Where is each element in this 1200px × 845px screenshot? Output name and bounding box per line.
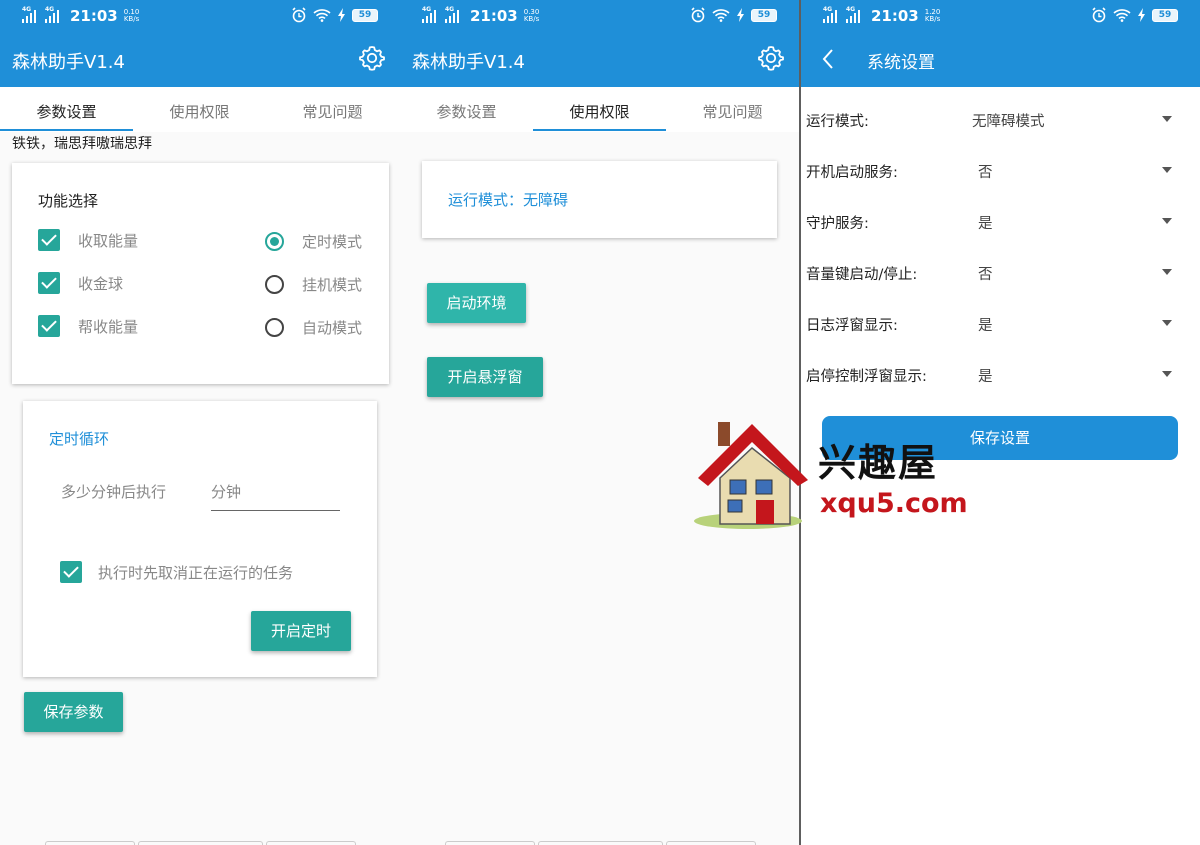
dropdown-arrow-icon: [1162, 320, 1172, 326]
setting-run-mode[interactable]: 运行模式: 无障碍模式: [806, 106, 1186, 136]
checkbox-cancel-running[interactable]: 执行时先取消正在运行的任务: [60, 561, 293, 583]
wifi-icon: [313, 9, 331, 22]
back-arrow-icon[interactable]: [821, 47, 835, 71]
tab-indicator: [533, 129, 666, 131]
tab-permissions[interactable]: 使用权限: [533, 101, 666, 122]
alarm-icon: [691, 7, 705, 23]
radio-auto-mode[interactable]: 自动模式: [265, 317, 362, 338]
tab-permissions[interactable]: 使用权限: [133, 101, 266, 122]
tab-faq[interactable]: 常见问题: [266, 101, 399, 122]
checkbox-collect-gold[interactable]: 收金球: [38, 272, 123, 294]
signal-icon: 4G: [45, 6, 62, 23]
radio-timer-mode[interactable]: 定时模式: [265, 231, 362, 252]
radio-idle-mode[interactable]: 挂机模式: [265, 274, 362, 295]
clock: 21:03: [70, 7, 118, 25]
setting-volume-key[interactable]: 音量键启动/停止: 否: [806, 259, 1186, 289]
radio-icon[interactable]: [265, 275, 284, 294]
tab-parameter-settings[interactable]: 参数设置: [0, 101, 133, 122]
open-float-button[interactable]: 开启悬浮窗: [427, 357, 543, 397]
radio-icon[interactable]: [265, 318, 284, 337]
screen-parameter-settings: 4G 4G 21:03 0.10 KB/s 59 森林助手V1.4 参数设置 使用…: [0, 0, 400, 845]
signal-icon: 4G: [445, 6, 462, 23]
bottom-edge: [400, 841, 799, 845]
function-select-card: 功能选择 收取能量 收金球 帮收能量 定时模式 挂机模式 自动模式: [12, 163, 389, 384]
clock: 21:03: [871, 7, 919, 25]
house-logo-icon: [694, 422, 808, 529]
charge-icon: [1138, 8, 1145, 22]
charge-icon: [338, 8, 345, 22]
checkbox-icon[interactable]: [38, 272, 60, 294]
bottom-edge: [0, 841, 400, 845]
network-speed: 0.10 KB/s: [123, 8, 140, 23]
battery-icon: 59: [1152, 8, 1178, 22]
gear-icon[interactable]: [757, 44, 785, 72]
network-speed: 1.20 KB/s: [924, 8, 941, 23]
signal-icon: 4G: [823, 6, 840, 23]
start-env-button[interactable]: 启动环境: [427, 283, 526, 323]
run-mode-text: 运行模式：无障碍: [448, 191, 569, 209]
card-title: 定时循环: [49, 430, 110, 448]
status-bar: 4G 4G 21:03 0.10 KB/s 59: [0, 0, 400, 32]
status-bar: 4G 4G 21:03 1.20 KB/s 59: [801, 0, 1200, 32]
watermark: 兴趣屋 xqu5.com: [690, 420, 970, 535]
app-title: 森林助手V1.4: [412, 52, 525, 73]
status-bar: 4G 4G 21:03 0.30 KB/s 59: [400, 0, 799, 32]
setting-control-float[interactable]: 启停控制浮窗显示: 是: [806, 361, 1186, 391]
run-mode-card: 运行模式：无障碍: [422, 161, 777, 238]
radio-icon[interactable]: [265, 232, 284, 251]
dropdown-arrow-icon: [1162, 371, 1172, 377]
alarm-icon: [292, 7, 306, 23]
battery-icon: 59: [352, 8, 378, 22]
signal-icon: 4G: [422, 6, 439, 23]
checkbox-icon[interactable]: [38, 229, 60, 251]
checkbox-icon[interactable]: [60, 561, 82, 583]
app-bar: 4G 4G 21:03 0.30 KB/s 59 森林助手V1.4: [400, 0, 799, 87]
app-title: 森林助手V1.4: [12, 52, 125, 73]
tab-faq[interactable]: 常见问题: [666, 101, 799, 122]
page-title: 系统设置: [867, 53, 935, 73]
dropdown-arrow-icon: [1162, 167, 1172, 173]
checkbox-help-collect[interactable]: 帮收能量: [38, 315, 138, 337]
app-bar: 4G 4G 21:03 1.20 KB/s 59 系统设置: [801, 0, 1200, 87]
marquee-text: 铁铁，瑞思拜嗷瑞思拜: [12, 136, 152, 152]
dropdown-arrow-icon: [1162, 116, 1172, 122]
timer-loop-card: 定时循环 多少分钟后执行 分钟 执行时先取消正在运行的任务 开启定时: [23, 401, 377, 677]
gear-icon[interactable]: [358, 44, 386, 72]
tab-indicator: [0, 129, 133, 131]
setting-log-float[interactable]: 日志浮窗显示: 是: [806, 310, 1186, 340]
dropdown-arrow-icon: [1162, 218, 1172, 224]
signal-icon: 4G: [846, 6, 863, 23]
checkbox-collect-energy[interactable]: 收取能量: [38, 229, 138, 251]
setting-guard-service[interactable]: 守护服务: 是: [806, 208, 1186, 238]
network-speed: 0.30 KB/s: [523, 8, 540, 23]
charge-icon: [737, 8, 744, 22]
watermark-title: 兴趣屋: [818, 441, 939, 485]
app-bar: 4G 4G 21:03 0.10 KB/s 59 森林助手V1.4: [0, 0, 400, 87]
dropdown-arrow-icon: [1162, 269, 1172, 275]
minutes-input[interactable]: 分钟: [211, 475, 340, 511]
start-timer-button[interactable]: 开启定时: [251, 611, 351, 651]
tab-bar: 参数设置 使用权限 常见问题: [0, 87, 400, 132]
setting-boot-service[interactable]: 开机启动服务: 否: [806, 157, 1186, 187]
signal-icon: 4G: [22, 6, 39, 23]
tab-bar: 参数设置 使用权限 常见问题: [400, 87, 799, 132]
card-title: 功能选择: [38, 192, 99, 210]
wifi-icon: [712, 9, 730, 22]
delay-label: 多少分钟后执行: [61, 483, 167, 501]
save-params-button[interactable]: 保存参数: [24, 692, 123, 732]
checkbox-icon[interactable]: [38, 315, 60, 337]
watermark-url: xqu5.com: [820, 488, 968, 519]
battery-icon: 59: [751, 8, 777, 22]
alarm-icon: [1092, 7, 1106, 23]
clock: 21:03: [470, 7, 518, 25]
tab-parameter-settings[interactable]: 参数设置: [400, 101, 533, 122]
wifi-icon: [1113, 9, 1131, 22]
